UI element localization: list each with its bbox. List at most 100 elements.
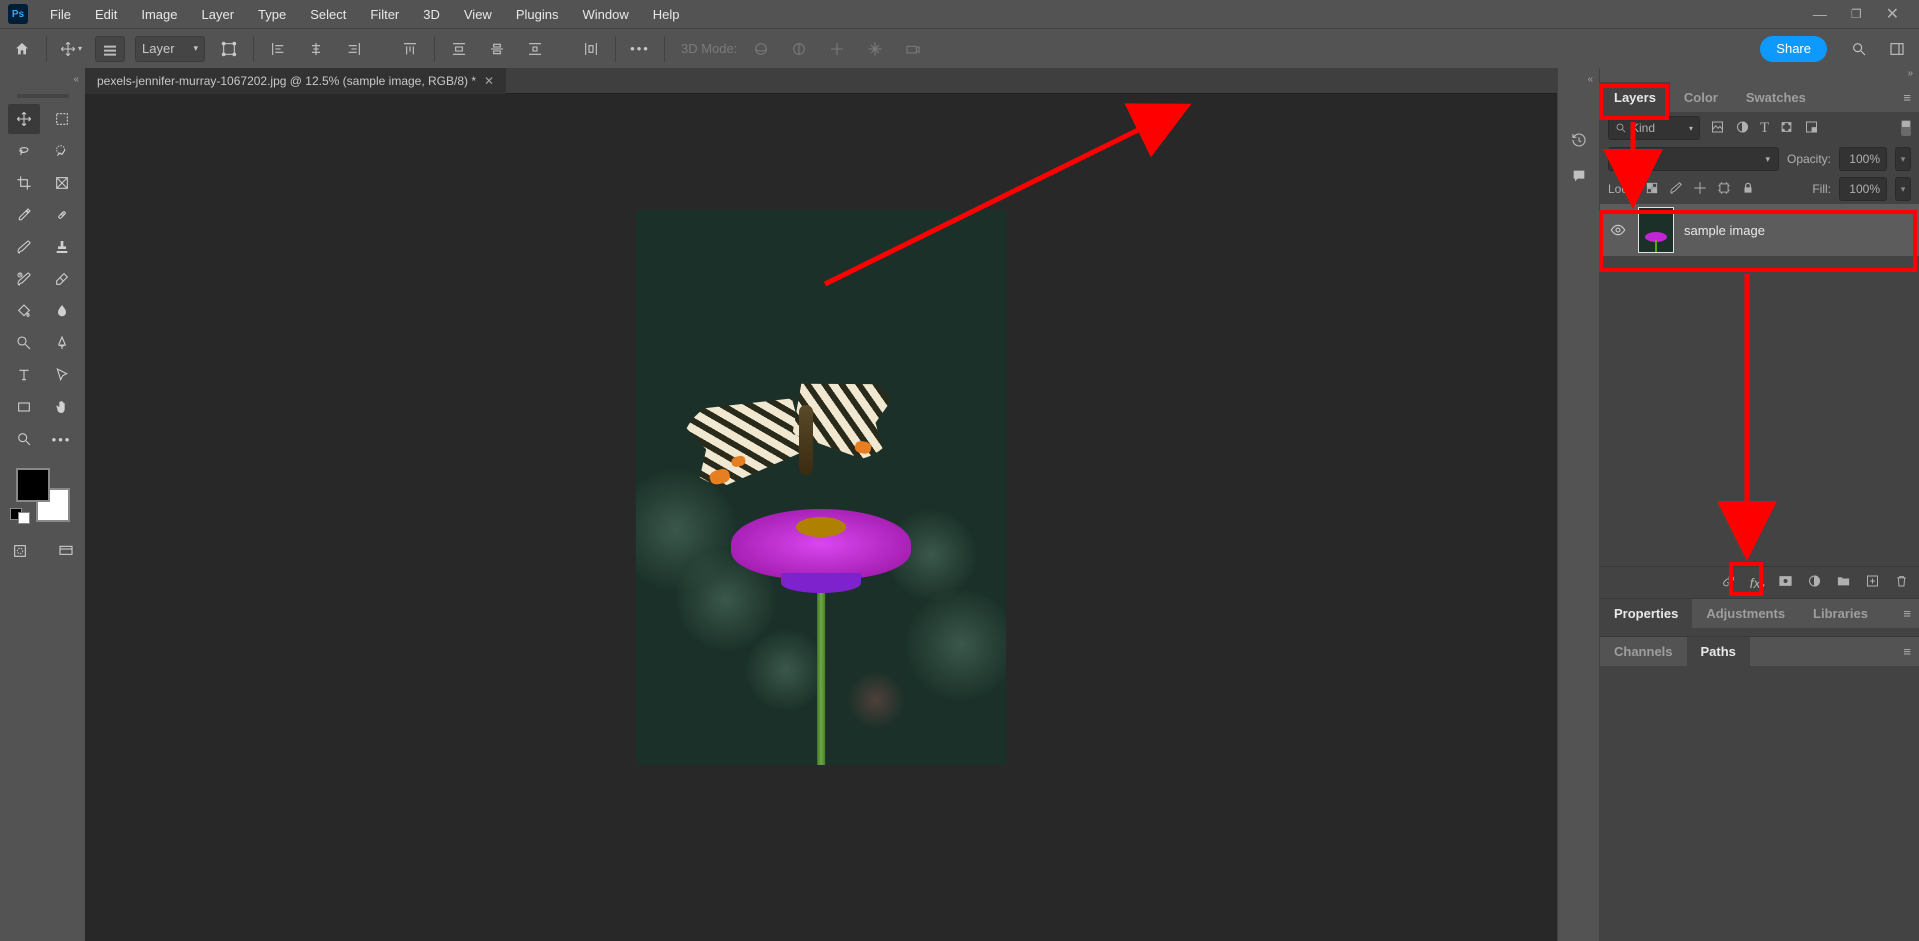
filter-pixel-icon[interactable] xyxy=(1710,119,1725,138)
channels-menu-icon[interactable]: ≡ xyxy=(1895,637,1919,666)
layer-thumbnail[interactable] xyxy=(1638,207,1674,253)
distribute-bottom-icon[interactable] xyxy=(521,35,549,63)
3d-camera-icon[interactable] xyxy=(899,35,927,63)
zoom-tool[interactable] xyxy=(8,424,40,454)
document-tab[interactable]: pexels-jennifer-murray-1067202.jpg @ 12.… xyxy=(85,68,506,94)
blend-mode-dropdown[interactable]: Normal▾ xyxy=(1608,147,1779,171)
dodge-tool[interactable] xyxy=(8,328,40,358)
history-panel-icon[interactable] xyxy=(1566,127,1592,153)
menu-window[interactable]: Window xyxy=(572,3,638,26)
eyedropper-tool[interactable] xyxy=(8,200,40,230)
search-icon[interactable] xyxy=(1845,35,1873,63)
layer-visibility-icon[interactable] xyxy=(1608,220,1628,240)
collapse-toolbar-icon[interactable]: « xyxy=(0,74,85,88)
pen-tool[interactable] xyxy=(46,328,78,358)
stamp-tool[interactable] xyxy=(46,232,78,262)
align-top-icon[interactable] xyxy=(396,35,424,63)
lock-brush-icon[interactable] xyxy=(1669,180,1683,199)
canvas-image[interactable] xyxy=(636,210,1006,765)
window-close-icon[interactable]: ✕ xyxy=(1886,4,1899,24)
link-layers-icon[interactable] xyxy=(1721,573,1736,592)
3d-roll-icon[interactable] xyxy=(785,35,813,63)
fill-dropdown-icon[interactable]: ▾ xyxy=(1895,177,1911,201)
distribute-vcenter-icon[interactable] xyxy=(483,35,511,63)
collapse-iconbar-icon[interactable]: « xyxy=(1583,72,1599,87)
align-right-icon[interactable] xyxy=(340,35,368,63)
lock-artboard-icon[interactable] xyxy=(1717,180,1731,199)
menu-file[interactable]: File xyxy=(40,3,81,26)
opacity-input[interactable]: 100% xyxy=(1839,147,1887,171)
ps-logo-icon[interactable]: Ps xyxy=(8,4,28,24)
distribute-top-icon[interactable] xyxy=(445,35,473,63)
menu-select[interactable]: Select xyxy=(300,3,356,26)
frame-tool[interactable] xyxy=(46,168,78,198)
share-button[interactable]: Share xyxy=(1760,36,1827,62)
align-hcenter-icon[interactable] xyxy=(302,35,330,63)
properties-menu-icon[interactable]: ≡ xyxy=(1895,599,1919,628)
comments-panel-icon[interactable] xyxy=(1566,163,1592,189)
menu-view[interactable]: View xyxy=(454,3,502,26)
blur-tool[interactable] xyxy=(46,296,78,326)
filter-shape-icon[interactable] xyxy=(1779,119,1794,138)
layer-mask-icon[interactable] xyxy=(1778,573,1793,592)
tab-properties[interactable]: Properties xyxy=(1600,599,1692,628)
tab-channels[interactable]: Channels xyxy=(1600,637,1687,666)
layer-filter-kind-dropdown[interactable]: Kind ▾ xyxy=(1608,116,1700,140)
collapse-panels-icon[interactable]: » xyxy=(1907,68,1913,82)
3d-pan-icon[interactable] xyxy=(823,35,851,63)
type-tool[interactable] xyxy=(8,360,40,390)
new-layer-icon[interactable] xyxy=(1865,573,1880,592)
lasso-tool[interactable] xyxy=(8,136,40,166)
close-tab-icon[interactable]: ✕ xyxy=(484,74,494,88)
layer-fx-icon[interactable]: fx▾ xyxy=(1750,575,1764,591)
tab-adjustments[interactable]: Adjustments xyxy=(1692,599,1799,628)
menu-layer[interactable]: Layer xyxy=(192,3,245,26)
workspace-chooser-icon[interactable] xyxy=(1883,35,1911,63)
delete-layer-icon[interactable] xyxy=(1894,573,1909,592)
opacity-dropdown-icon[interactable]: ▾ xyxy=(1895,147,1911,171)
3d-orbit-icon[interactable] xyxy=(747,35,775,63)
menu-edit[interactable]: Edit xyxy=(85,3,127,26)
window-minimize-icon[interactable]: — xyxy=(1813,6,1827,22)
menu-image[interactable]: Image xyxy=(131,3,187,26)
filter-type-icon[interactable]: T xyxy=(1760,120,1769,137)
distribute-left-icon[interactable] xyxy=(577,35,605,63)
filter-smartobj-icon[interactable] xyxy=(1804,119,1819,138)
adjustment-layer-icon[interactable] xyxy=(1807,573,1822,592)
foreground-color-swatch[interactable] xyxy=(16,468,50,502)
more-align-icon[interactable]: ••• xyxy=(626,35,654,63)
path-select-tool[interactable] xyxy=(46,360,78,390)
window-maximize-icon[interactable]: ❐ xyxy=(1851,7,1862,21)
layer-name[interactable]: sample image xyxy=(1684,223,1765,238)
filter-adjustment-icon[interactable] xyxy=(1735,119,1750,138)
move-tool[interactable] xyxy=(8,104,40,134)
layer-row[interactable]: sample image xyxy=(1600,204,1919,256)
edit-toolbar-icon[interactable]: ••• xyxy=(46,424,78,454)
quick-mask-icon[interactable] xyxy=(4,536,36,566)
tab-color[interactable]: Color xyxy=(1670,82,1732,112)
auto-select-checkbox[interactable] xyxy=(95,36,125,62)
tab-paths[interactable]: Paths xyxy=(1687,637,1750,666)
marquee-tool[interactable] xyxy=(46,104,78,134)
menu-help[interactable]: Help xyxy=(643,3,690,26)
filter-toggle-switch[interactable] xyxy=(1901,120,1911,136)
brush-tool[interactable] xyxy=(8,232,40,262)
3d-slide-icon[interactable] xyxy=(861,35,889,63)
history-brush-tool[interactable] xyxy=(8,264,40,294)
tab-libraries[interactable]: Libraries xyxy=(1799,599,1882,628)
lock-all-icon[interactable] xyxy=(1741,180,1755,199)
screen-mode-icon[interactable] xyxy=(50,536,82,566)
color-swatches[interactable] xyxy=(16,468,70,522)
panel-menu-icon[interactable]: ≡ xyxy=(1895,82,1919,112)
move-tool-indicator-icon[interactable]: ▾ xyxy=(57,35,85,63)
crop-tool[interactable] xyxy=(8,168,40,198)
lock-position-icon[interactable] xyxy=(1693,180,1707,199)
menu-3d[interactable]: 3D xyxy=(413,3,450,26)
auto-select-target-dropdown[interactable]: Layer ▾ xyxy=(135,36,205,62)
menu-type[interactable]: Type xyxy=(248,3,296,26)
eraser-tool[interactable] xyxy=(46,264,78,294)
transform-controls-checkbox[interactable] xyxy=(215,35,243,63)
bucket-tool[interactable] xyxy=(8,296,40,326)
healing-tool[interactable] xyxy=(46,200,78,230)
fill-input[interactable]: 100% xyxy=(1839,177,1887,201)
